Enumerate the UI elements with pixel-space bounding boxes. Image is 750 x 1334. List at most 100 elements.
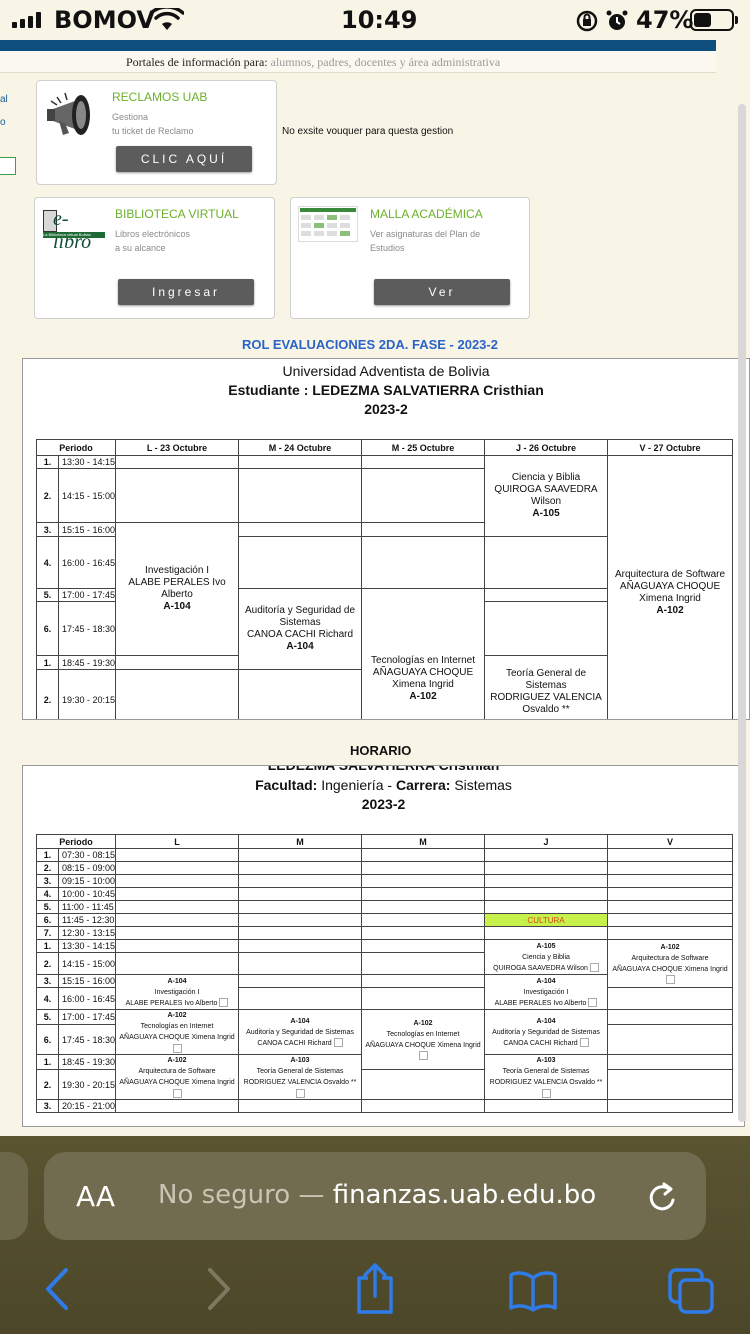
clic-aqui-button[interactable]: CLIC AQUÍ	[116, 146, 252, 172]
col-day: M	[361, 834, 486, 849]
col-day: J	[484, 834, 609, 849]
row-time: 15:15 - 16:00	[57, 522, 117, 537]
col-day: M - 25 Octubre	[361, 439, 486, 456]
previous-tab-peek[interactable]	[0, 1152, 28, 1240]
class-checkbox[interactable]	[172, 1043, 182, 1053]
col-day: V	[607, 834, 734, 849]
class-teoria-m: A-103 Teoría General de Sistemas RODRIGUEZ…	[238, 1054, 363, 1100]
url-text[interactable]: No seguro — finanzas.uab.edu.bo	[158, 1180, 596, 1210]
elibro-logo: e-libro La Biblioteca virtual Bolivia	[43, 208, 105, 253]
col-periodo: Periodo	[35, 834, 117, 849]
row-number: 4.	[36, 536, 59, 589]
page-scrollbar[interactable]	[738, 104, 746, 1122]
elibro-logo-subtitle: La Biblioteca virtual Bolivia	[43, 232, 105, 238]
cultura-block: CULTURA	[484, 913, 609, 927]
horario-sheet: LEDEZMA SALVATIERRA Cristhian Facultad: …	[22, 765, 745, 1127]
row-time: 17:45 - 18:30	[57, 601, 117, 656]
col-periodo: Periodo	[35, 439, 117, 456]
not-secure-label: No seguro —	[158, 1180, 325, 1210]
col-day: L	[115, 834, 240, 849]
class-investigacion-l: A-104 Investigación I ALABE PERALES Ivo Al…	[115, 974, 240, 1010]
rol-period: 2023-2	[364, 401, 408, 417]
site-header-bar	[0, 40, 716, 51]
row-number: 5.	[36, 900, 59, 914]
facultad-line: Facultad: Ingeniería - Carrera: Sistemas	[255, 777, 512, 793]
class-checkbox[interactable]	[295, 1088, 305, 1098]
tabs-icon[interactable]	[666, 1266, 716, 1316]
row-number: 6.	[36, 913, 59, 927]
class-auditoria-j: A-104 Auditoría y Seguridad de Sistemas CA…	[484, 1009, 609, 1055]
row-time: 10:00 - 10:45	[57, 887, 117, 901]
malla-desc-2: Estudios	[370, 243, 405, 253]
rol-table: Periodo L - 23 Octubre M - 24 Octubre M …	[35, 439, 734, 719]
row-number: 2.	[36, 952, 59, 975]
portal-audience: alumnos, padres, docentes y área adminis…	[270, 55, 501, 69]
row-time: 11:45 - 12:30	[57, 913, 117, 927]
class-teoria-j: A-103 Teoría General de Sistemas RODRIGUEZ…	[484, 1054, 609, 1100]
row-time: 17:45 - 18:30	[57, 1024, 117, 1055]
row-time: 07:30 - 08:15	[57, 848, 117, 862]
row-number: 5.	[36, 588, 59, 602]
class-checkbox[interactable]	[579, 1038, 589, 1048]
bookmarks-icon[interactable]	[508, 1270, 558, 1312]
carrier-name: BOMOV	[54, 6, 155, 34]
battery-level	[694, 13, 711, 27]
voucher-message: No exsite vouquer para questa gestion	[282, 126, 454, 137]
row-number: 4.	[36, 887, 59, 901]
malla-title: MALLA ACADÉMICA	[370, 207, 483, 221]
row-time: 13:30 - 14:15	[57, 939, 117, 953]
back-icon[interactable]	[40, 1266, 76, 1312]
portal-banner: Portales de información para: alumnos, p…	[0, 51, 716, 73]
class-checkbox[interactable]	[333, 1038, 343, 1048]
left-cut-input[interactable]	[0, 157, 16, 175]
class-checkbox[interactable]	[541, 1088, 551, 1098]
row-time: 20:15 - 21:00	[57, 1099, 117, 1113]
elibro-logo-text: e-libro	[53, 208, 92, 253]
class-checkbox[interactable]	[418, 1051, 428, 1061]
rol-sheet: Universidad Adventista de Bolivia Estudi…	[22, 358, 750, 720]
row-number: 3.	[36, 522, 59, 537]
row-number: 2.	[36, 1069, 59, 1100]
col-day: V - 27 Octubre	[607, 439, 734, 456]
portal-label: Portales de información para:	[126, 55, 268, 69]
row-time: 17:00 - 17:45	[57, 588, 117, 602]
row-number: 3.	[36, 974, 59, 988]
class-tecnologias-l: A-102 Tecnologías en Internet AÑAGUAYA CHO…	[115, 1009, 240, 1055]
row-number: 1.	[36, 848, 59, 862]
ingresar-button[interactable]: Ingresar	[118, 279, 254, 305]
student-name-cut: LEDEZMA SALVATIERRA Cristhian	[267, 765, 500, 773]
row-number: 6.	[36, 601, 59, 656]
col-day: M	[238, 834, 363, 849]
row-time: 17:00 - 17:45	[57, 1009, 117, 1025]
reload-icon[interactable]	[644, 1176, 680, 1216]
url-domain: finanzas.uab.edu.bo	[332, 1180, 597, 1210]
class-auditoria-m: A-104 Auditoría y Seguridad de Sistemas CA…	[238, 1009, 363, 1055]
row-number: 1.	[36, 1054, 59, 1070]
forward-icon[interactable]	[200, 1266, 236, 1312]
malla-desc-1: Ver asignaturas del Plan de	[370, 229, 481, 239]
student-label: Estudiante : LEDEZMA SALVATIERRA Cristhi…	[228, 382, 544, 398]
class-checkbox[interactable]	[588, 998, 598, 1008]
class-arquitectura-v: A-102 Arquitectura de Software AÑAGUAYA CH…	[607, 939, 734, 988]
exam-auditoria: Auditoría y Seguridad de Sistemas CANOA C…	[238, 588, 363, 670]
row-time: 13:30 - 14:15	[57, 455, 117, 469]
row-time: 15:15 - 16:00	[57, 974, 117, 988]
text-size-button[interactable]: AA	[76, 1180, 115, 1213]
class-checkbox[interactable]	[172, 1088, 182, 1098]
row-time: 19:30 - 20:15	[57, 1069, 117, 1100]
row-time: 12:30 - 13:15	[57, 926, 117, 940]
col-day: M - 24 Octubre	[238, 439, 363, 456]
row-time: 16:00 - 16:45	[57, 987, 117, 1010]
reclamos-desc-1: Gestiona	[112, 112, 149, 122]
ver-button[interactable]: Ver	[374, 279, 510, 305]
malla-card: MALLA ACADÉMICA Ver asignaturas del Plan…	[290, 197, 530, 319]
class-checkbox[interactable]	[589, 963, 599, 973]
class-checkbox[interactable]	[665, 975, 675, 985]
horario-section-title: HORARIO	[350, 743, 412, 758]
class-checkbox[interactable]	[219, 998, 229, 1008]
row-number: 1.	[36, 655, 59, 670]
share-icon[interactable]	[354, 1262, 396, 1316]
row-number: 7.	[36, 926, 59, 940]
alarm-icon	[606, 10, 628, 30]
biblioteca-desc-2: a su alcance	[115, 243, 166, 253]
